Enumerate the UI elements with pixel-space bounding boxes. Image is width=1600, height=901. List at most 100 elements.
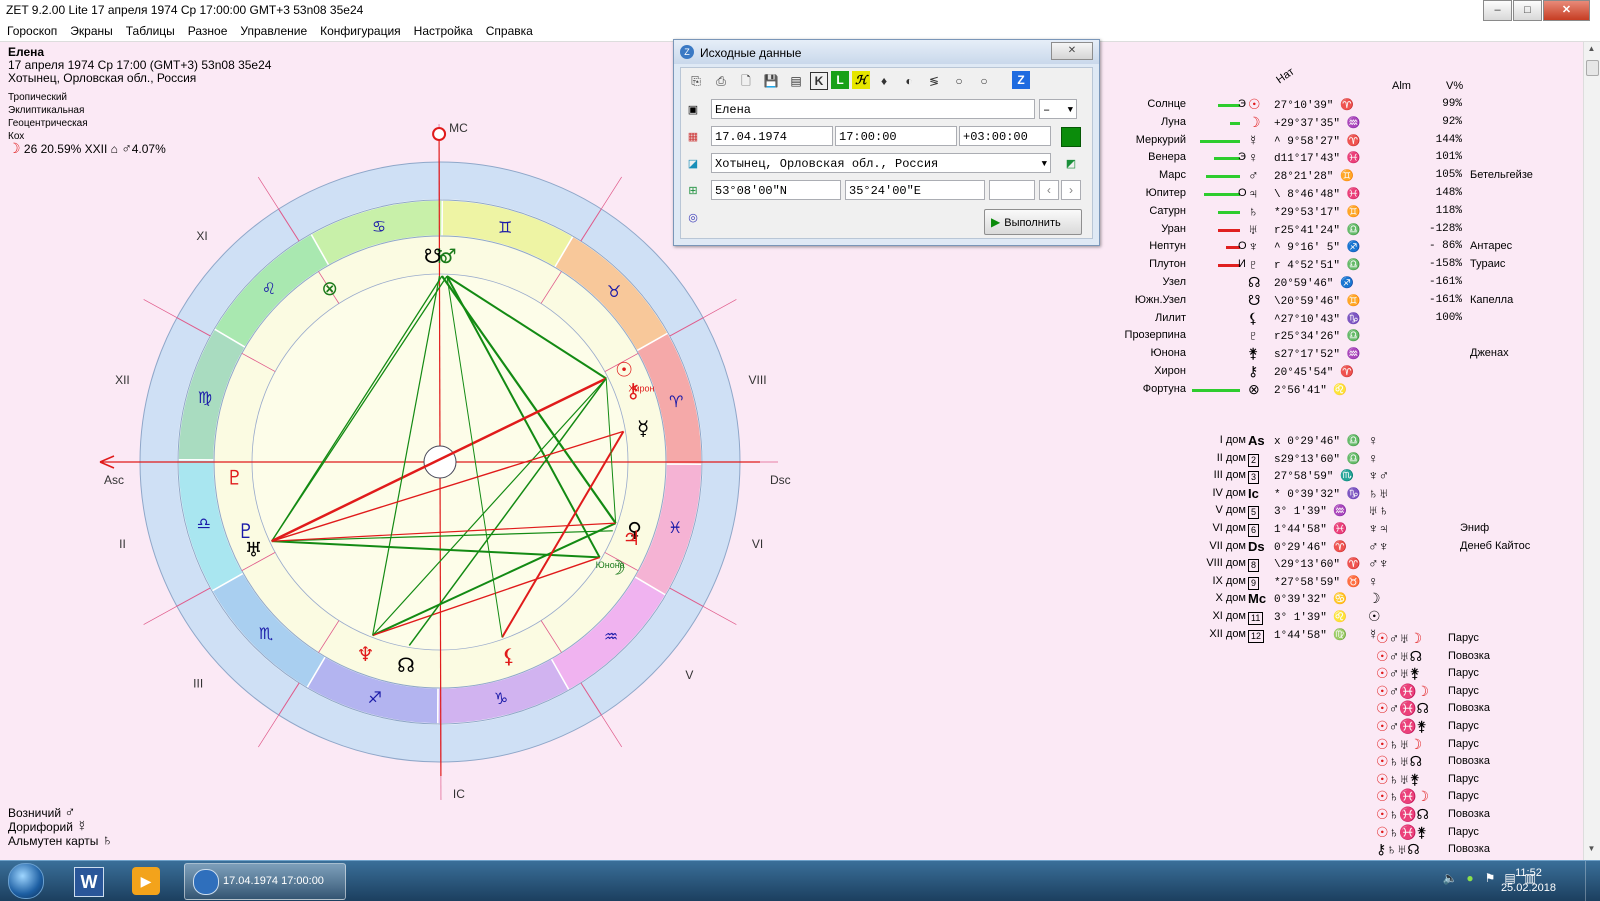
volume-icon[interactable]: 🔈 [1440, 871, 1460, 885]
planet-row[interactable]: Марс♂ 28°21'28" ♊105%Бетельгейзе [1100, 169, 1584, 187]
house-row[interactable]: V дом5 3° 1'39" ♒♅♄ [1100, 504, 1500, 522]
prev-button[interactable]: ‹ [1039, 180, 1059, 200]
menu-horoscope[interactable]: Гороскоп [0, 22, 63, 41]
planet-row[interactable]: СолнцеЭ☉ 27°10'39" ♈99% [1100, 98, 1584, 116]
dialog-close-button[interactable]: ✕ [1051, 42, 1093, 60]
planet-row[interactable]: Фортуна⊗ 2°56'41" ♌ [1100, 383, 1584, 401]
house-row[interactable]: III дом3 27°58'59" ♏♆♂ [1100, 469, 1500, 487]
vertical-scrollbar[interactable]: ▲ ▼ [1583, 42, 1600, 860]
k-button[interactable]: K [810, 72, 828, 90]
house-row[interactable]: VIII дом8\29°13'60" ♈♂♆ [1100, 557, 1500, 575]
timezone-field[interactable]: +03:00:00 [959, 126, 1051, 146]
planet-row[interactable]: НептунО♆^ 9°16' 5" ♐- 86%Антарес [1100, 240, 1584, 258]
clock-date: 25.02.2018 [1501, 881, 1556, 896]
circle-icon[interactable]: ○ [948, 71, 970, 91]
figure-name: Парус [1448, 632, 1479, 644]
clock[interactable]: 11:52 25.02.2018 [1501, 866, 1556, 896]
circle-half-icon[interactable]: ◐ [898, 71, 920, 91]
word-taskbar-button[interactable]: W [64, 864, 114, 898]
swap-icon[interactable]: ≶ [923, 71, 945, 91]
house-row[interactable]: II дом2s29°13'60" ♎♀ [1100, 452, 1500, 470]
map-icon[interactable]: ◩ [1063, 156, 1079, 172]
saturn-icon: ♄ [102, 832, 113, 849]
paste-icon[interactable]: ⎙ [710, 71, 732, 91]
timezone-status-icon[interactable] [1061, 127, 1081, 147]
planet-row[interactable]: Лилит⚸^27°10'43" ♑100% [1100, 312, 1584, 330]
zet-taskbar-button[interactable]: 17.04.1974 17:00:00 [184, 863, 346, 900]
extra-field[interactable] [989, 180, 1035, 200]
house-row[interactable]: I домAsx 0°29'46" ♎♀ [1100, 434, 1500, 452]
house-row[interactable]: IX дом9*27°58'59" ♉♀ [1100, 575, 1500, 593]
maximize-button[interactable]: □ [1513, 0, 1542, 21]
run-row: ◎ ▶Выполнить [685, 207, 1088, 235]
planet-position: 27°10'39" ♈ [1274, 98, 1354, 112]
circle-outline-icon[interactable]: ○ [973, 71, 995, 91]
house-cusp-extension [258, 177, 278, 209]
longitude-field[interactable]: 35°24'00"E [845, 180, 985, 200]
menu-misc[interactable]: Разное [181, 22, 234, 41]
planet-row[interactable]: ПлутонИ♇r 4°52'51" ♎-158%Тураис [1100, 258, 1584, 276]
table-icon[interactable]: ▤ [785, 71, 807, 91]
copy-icon[interactable]: ⎘ [685, 71, 707, 91]
menu-tables[interactable]: Таблицы [119, 22, 181, 41]
planet-row[interactable]: Прозерпина♇r25°34'26" ♎ [1100, 329, 1584, 347]
menu-control[interactable]: Управление [233, 22, 313, 41]
diamond-icon[interactable]: ♦ [873, 71, 895, 91]
menu-help[interactable]: Справка [479, 22, 539, 41]
house-row[interactable]: VII домDs 0°29'46" ♈♂♆Денеб Кайтос [1100, 540, 1500, 558]
planet-row[interactable]: Сатурн♄*29°53'17" ♊118% [1100, 205, 1584, 223]
name-field[interactable]: Елена [711, 99, 1035, 119]
figure-row[interactable]: ⚷♄♅☊Повозка [1376, 843, 1576, 860]
menu-configuration[interactable]: Конфигурация [313, 22, 407, 41]
show-desktop-button[interactable] [1585, 861, 1600, 901]
planet-row[interactable]: Юнона⚵s27°17'52" ♒Дженах [1100, 347, 1584, 365]
flag-icon[interactable]: ⚑ [1480, 871, 1500, 885]
time-field[interactable]: 17:00:00 [835, 126, 957, 146]
settings-icon[interactable]: ◎ [685, 210, 701, 226]
z-button[interactable]: Z [1012, 71, 1030, 89]
house-position: *27°58'59" ♉ [1274, 575, 1360, 589]
scroll-down-icon[interactable]: ▼ [1585, 844, 1598, 858]
house-row[interactable]: VI дом6 1°44'58" ♓♆♃Эниф [1100, 522, 1500, 540]
planet-row[interactable]: Уран♅r25°41'24" ♎-128% [1100, 223, 1584, 241]
dialog-titlebar[interactable]: Z Исходные данные ✕ [674, 40, 1099, 64]
close-button[interactable]: ✕ [1543, 0, 1590, 21]
media-taskbar-button[interactable]: ▶ [122, 864, 172, 898]
run-button[interactable]: ▶Выполнить [984, 209, 1082, 235]
latitude-field[interactable]: 53°08'00"N [711, 180, 841, 200]
planet-glyph-icon: ☊ [1248, 274, 1260, 291]
planet-row[interactable]: Хирон⚷ 20°45'54" ♈ [1100, 365, 1584, 383]
minimize-button[interactable]: – [1483, 0, 1512, 21]
next-button[interactable]: › [1061, 180, 1081, 200]
house-row[interactable]: IV домIc* 0°39'32" ♑♄♅ [1100, 487, 1500, 505]
planet-row[interactable]: Луна☽+29°37'35" ♒92% [1100, 116, 1584, 134]
status-icon[interactable]: ● [1460, 871, 1480, 885]
planet-position: r25°41'24" ♎ [1274, 223, 1360, 237]
planet-row[interactable]: ВенераЭ♀d11°17'43" ♓101% [1100, 151, 1584, 169]
planet-row[interactable]: ЮпитерО♃\ 8°46'48" ♓148% [1100, 187, 1584, 205]
start-button[interactable] [2, 861, 48, 901]
scroll-thumb[interactable] [1586, 60, 1599, 76]
place-select[interactable]: Хотынец, Орловская обл., Россия▼ [711, 153, 1051, 173]
person-place: Хотынец, Орловская обл., Россия [8, 72, 271, 85]
menu-screens[interactable]: Экраны [63, 22, 118, 41]
house-row[interactable]: X домMc 0°39'32" ♋☽ [1100, 592, 1500, 610]
figure-symbols: ☉♄♅☽ [1376, 736, 1422, 753]
planet-position: r 4°52'51" ♎ [1274, 258, 1360, 272]
gender-select[interactable]: –▼ [1039, 99, 1077, 119]
planet-glyph-icon: ♃ [1248, 185, 1259, 201]
word-icon: W [74, 867, 104, 897]
planet-row[interactable]: Южн.Узел☋\20°59'46" ♊-161%Капелла [1100, 294, 1584, 312]
scroll-up-icon[interactable]: ▲ [1585, 44, 1598, 58]
house-row[interactable]: XI дом11 3° 1'39" ♌☉ [1100, 610, 1500, 628]
planet-row[interactable]: Узел☊ 20°59'46" ♐-161% [1100, 276, 1584, 294]
new-icon[interactable]: 🗋 [735, 71, 757, 91]
dialog-title: Исходные данные [700, 46, 801, 60]
menu-settings[interactable]: Настройка [407, 22, 479, 41]
input-data-dialog[interactable]: Z Исходные данные ✕ ⎘ ⎙ 🗋 💾 ▤ K L ℋ ♦ ◐ … [673, 39, 1100, 246]
save-icon[interactable]: 💾 [760, 71, 782, 91]
planet-row[interactable]: Меркурий☿^ 9°58'27" ♈144% [1100, 134, 1584, 152]
l-button[interactable]: L [831, 71, 849, 89]
h-button[interactable]: ℋ [852, 71, 870, 89]
date-field[interactable]: 17.04.1974 [711, 126, 833, 146]
